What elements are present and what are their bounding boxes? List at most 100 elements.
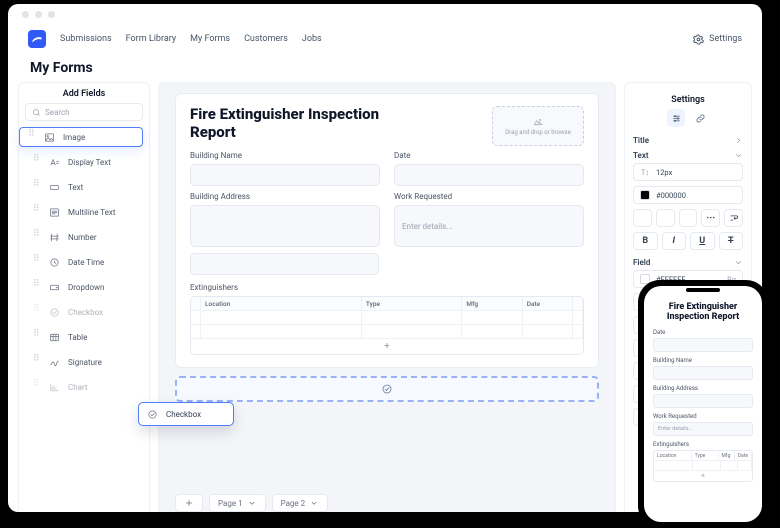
form-page-card: Drag and drop or browse Fire Extinguishe… — [175, 93, 599, 368]
field-item-datetime[interactable]: ⠿ Date Time — [25, 252, 143, 272]
th-mfg: Mfg — [462, 297, 522, 311]
drag-grip-icon: ⠿ — [33, 232, 40, 242]
dragging-chip-label: Checkbox — [166, 410, 201, 419]
dragging-field-chip[interactable]: Checkbox — [138, 402, 234, 426]
phone-input-date[interactable] — [653, 338, 753, 352]
text-color-input[interactable]: #000000 — [633, 186, 743, 204]
chevron-down-icon — [247, 498, 257, 508]
form-canvas[interactable]: Drag and drop or browse Fire Extinguishe… — [158, 82, 616, 512]
field-search[interactable]: Search — [25, 103, 143, 121]
color-swatch — [640, 190, 650, 200]
form-title[interactable]: Fire Extinguisher Inspection Report — [190, 106, 390, 141]
settings-title: Settings — [633, 89, 743, 109]
nav-submissions[interactable]: Submissions — [60, 34, 112, 44]
text-wrap-button[interactable] — [724, 209, 743, 227]
page-tab-label: Page 2 — [281, 499, 306, 508]
align-right-icon — [683, 213, 693, 223]
plus-icon — [184, 498, 194, 508]
phone-input-building-address[interactable] — [653, 394, 753, 408]
field-search-placeholder: Search — [45, 108, 70, 117]
nav-settings-label: Settings — [709, 34, 742, 44]
field-item-checkbox[interactable]: ⠿ Checkbox — [25, 302, 143, 322]
table-add-row[interactable]: + — [191, 339, 583, 354]
drag-grip-icon: ⠿ — [33, 307, 40, 317]
nav-customers[interactable]: Customers — [244, 34, 288, 44]
align-right-button[interactable] — [679, 209, 698, 227]
phone-label-work-requested: Work Requested — [653, 413, 753, 420]
checkbox-icon — [381, 383, 393, 395]
phone-form-title: Fire ExtinguisherInspection Report — [653, 302, 753, 323]
field-item-text[interactable]: ⠿ Text — [25, 177, 143, 197]
settings-tab-style[interactable] — [667, 109, 685, 127]
datetime-icon — [48, 256, 60, 268]
phone-label-building-name: Building Name — [653, 357, 753, 364]
top-nav: Submissions Form Library My Forms Custom… — [8, 24, 762, 54]
image-icon — [43, 131, 55, 143]
input-work-requested[interactable]: Enter details... — [394, 205, 584, 247]
add-page-button[interactable] — [175, 494, 203, 512]
field-item-label: Text — [68, 183, 83, 192]
field-item-multiline[interactable]: ⠿ Multiline Text — [25, 202, 143, 222]
phone-th-mfg: Mfg — [719, 451, 735, 461]
field-item-image[interactable]: ⠿ Image — [19, 127, 143, 147]
extinguisher-table[interactable]: Location Type Mfg Date + — [190, 296, 584, 355]
field-item-dropdown[interactable]: ⠿ Dropdown — [25, 277, 143, 297]
nav-form-library[interactable]: Form Library — [126, 34, 176, 44]
input-date[interactable] — [394, 164, 584, 186]
italic-button[interactable]: I — [662, 232, 687, 250]
strike-button[interactable]: T — [719, 232, 744, 250]
field-item-chart[interactable]: ⠿ Chart — [25, 377, 143, 397]
signature-icon — [48, 356, 60, 368]
section-title[interactable]: Title — [633, 133, 743, 148]
field-item-label: Number — [68, 233, 97, 242]
input-building-address[interactable] — [190, 205, 380, 247]
nav-links: Submissions Form Library My Forms Custom… — [60, 34, 322, 44]
page-tab-label: Page 1 — [218, 499, 243, 508]
drag-grip-icon: ⠿ — [33, 207, 40, 217]
input-building-name[interactable] — [190, 164, 380, 186]
th-location: Location — [201, 297, 362, 311]
label-building-address: Building Address — [190, 192, 380, 201]
field-item-display-text[interactable]: ⠿ Display Text — [25, 152, 143, 172]
field-item-signature[interactable]: ⠿ Signature — [25, 352, 143, 372]
section-field[interactable]: Field — [633, 255, 743, 270]
align-center-button[interactable] — [656, 209, 675, 227]
text-options-button[interactable]: ⋯ — [701, 209, 720, 227]
phone-input-work-requested[interactable]: Enter details... — [653, 422, 753, 436]
settings-tab-link[interactable] — [691, 109, 709, 127]
bold-button[interactable]: B — [633, 232, 658, 250]
image-dropzone[interactable]: Drag and drop or browse — [492, 106, 584, 146]
drag-grip-icon: ⠿ — [28, 132, 35, 142]
field-item-label: Date Time — [68, 258, 104, 267]
page-tab-1[interactable]: Page 1 — [209, 494, 266, 512]
nav-jobs[interactable]: Jobs — [302, 34, 322, 44]
app-logo[interactable] — [28, 30, 46, 48]
input-extra-1[interactable] — [190, 253, 379, 275]
font-size-input[interactable]: T↕ 12px — [633, 163, 743, 181]
underline-button[interactable]: U — [690, 232, 715, 250]
page-title: My Forms — [8, 54, 762, 82]
nav-my-forms[interactable]: My Forms — [190, 34, 230, 44]
section-text[interactable]: Text — [633, 148, 743, 163]
phone-label-date: Date — [653, 329, 753, 336]
phone-input-building-name[interactable] — [653, 366, 753, 380]
chevron-down-icon — [734, 151, 743, 160]
phone-table-add[interactable]: + — [654, 471, 752, 481]
nav-settings[interactable]: Settings — [693, 34, 742, 45]
display-text-icon — [48, 156, 60, 168]
chevron-down-icon — [734, 258, 743, 267]
field-drop-slot[interactable] — [175, 376, 599, 402]
add-fields-title: Add Fields — [19, 83, 149, 103]
sliders-icon — [671, 113, 682, 124]
page-tab-2[interactable]: Page 2 — [272, 494, 329, 512]
field-item-table[interactable]: ⠿ Table — [25, 327, 143, 347]
drag-grip-icon: ⠿ — [33, 332, 40, 342]
align-left-button[interactable] — [633, 209, 652, 227]
chevron-right-icon — [734, 136, 743, 145]
checkbox-icon — [147, 409, 158, 420]
phone-table[interactable]: Location Type Mfg Date + — [653, 450, 753, 482]
dropdown-icon — [48, 281, 60, 293]
field-item-label: Image — [63, 133, 85, 142]
traffic-light-dot — [22, 11, 29, 18]
field-item-number[interactable]: ⠿ Number — [25, 227, 143, 247]
